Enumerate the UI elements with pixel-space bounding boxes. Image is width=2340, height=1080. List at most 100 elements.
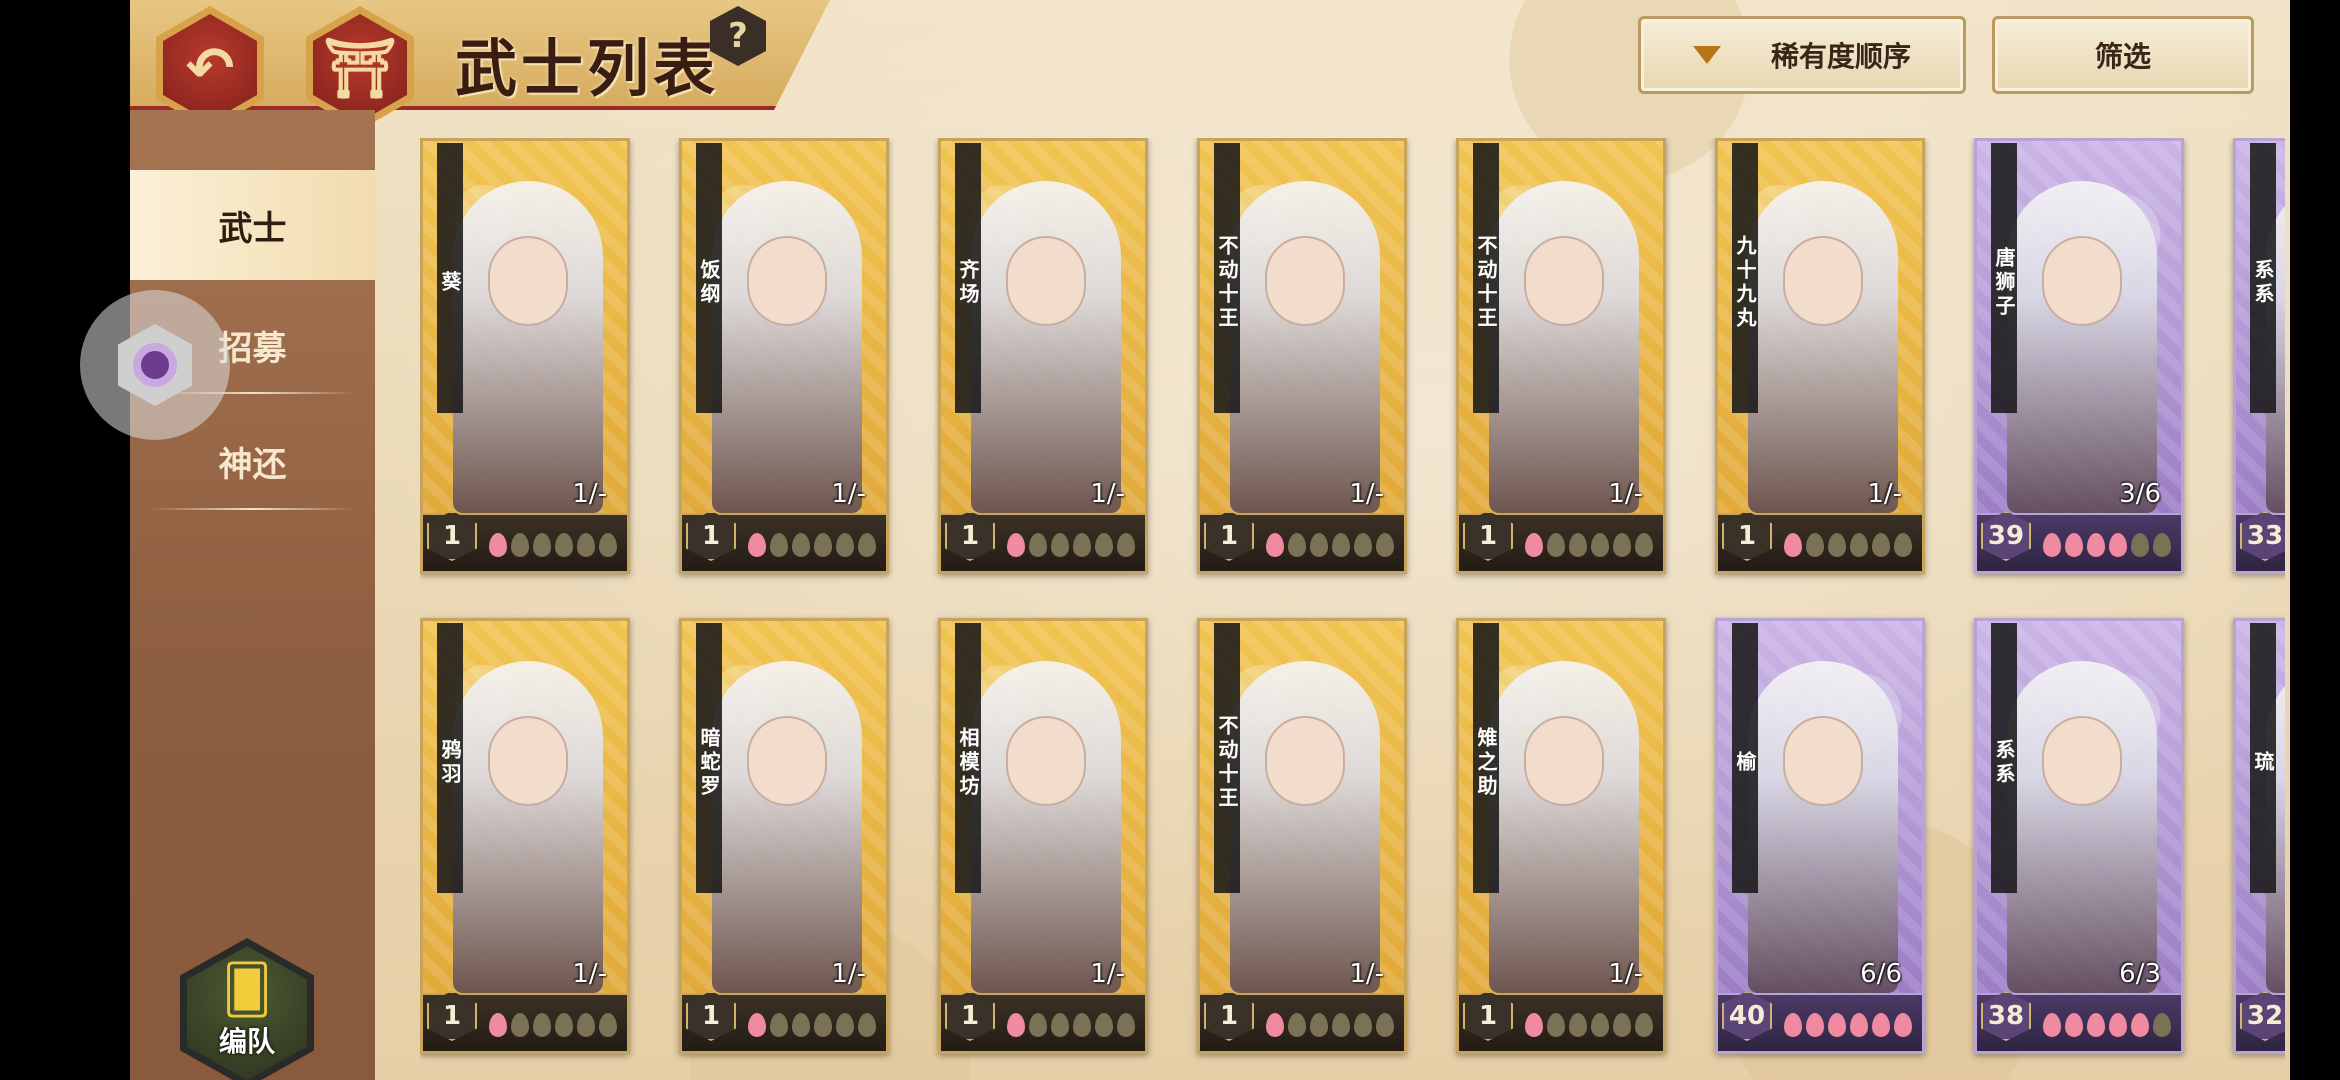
character-count: 1/-	[1090, 959, 1125, 989]
petal-icon	[2065, 1013, 2083, 1037]
character-count: 1/-	[572, 479, 607, 509]
filter-label: 筛选	[2094, 40, 2151, 73]
petal-icon	[533, 533, 551, 557]
petal-icon	[489, 533, 507, 557]
character-name: 雉之助	[1473, 623, 1499, 893]
petal-icon	[2043, 1013, 2061, 1037]
character-card[interactable]: 九十九丸 1/- 1	[1715, 138, 1925, 574]
petal-icon	[2109, 533, 2127, 557]
character-card[interactable]: 饭纲 1/- 1	[679, 138, 889, 574]
character-count: 1/-	[1608, 959, 1643, 989]
petal-icon	[1784, 1013, 1802, 1037]
petal-icon	[858, 1013, 876, 1037]
character-face	[1783, 716, 1863, 806]
character-name: 齐场	[955, 143, 981, 413]
character-name: 不动十王	[1473, 143, 1499, 413]
star-petal-rating	[2043, 533, 2171, 557]
character-card[interactable]: 不动十王 1/- 1	[1456, 138, 1666, 574]
petal-icon	[1376, 1013, 1394, 1037]
petal-icon	[599, 533, 617, 557]
petal-icon	[2087, 533, 2105, 557]
petal-icon	[1569, 1013, 1587, 1037]
petal-icon	[577, 1013, 595, 1037]
petal-icon	[770, 533, 788, 557]
character-count: 1/-	[831, 959, 866, 989]
help-icon: ?	[728, 16, 748, 56]
character-count: 1/-	[572, 959, 607, 989]
petal-icon	[1635, 1013, 1653, 1037]
petal-icon	[748, 1013, 766, 1037]
petal-icon	[1547, 533, 1565, 557]
character-figure	[1748, 661, 1898, 993]
petal-icon	[1332, 1013, 1350, 1037]
character-name: 唐狮子	[1991, 143, 2017, 413]
petal-icon	[1613, 1013, 1631, 1037]
character-count: 1/-	[1349, 959, 1384, 989]
star-petal-rating	[1784, 533, 1912, 557]
star-petal-rating	[1525, 1013, 1653, 1037]
character-card[interactable]: 暗蛇罗 1/- 1	[679, 618, 889, 1054]
character-count: 1/-	[831, 479, 866, 509]
character-count: 1/-	[1090, 479, 1125, 509]
character-card[interactable]: 系系 33	[2233, 138, 2285, 574]
petal-icon	[748, 533, 766, 557]
character-face	[488, 236, 568, 326]
character-figure	[971, 661, 1121, 993]
star-petal-rating	[748, 1013, 876, 1037]
petal-icon	[1784, 533, 1802, 557]
petal-icon	[1828, 1013, 1846, 1037]
petal-icon	[1029, 533, 1047, 557]
petal-icon	[2109, 1013, 2127, 1037]
character-card[interactable]: 葵 1/- 1	[420, 138, 630, 574]
petal-icon	[1051, 533, 1069, 557]
character-figure	[453, 181, 603, 513]
character-card[interactable]: 唐狮子 3/6 39	[1974, 138, 2184, 574]
filter-button[interactable]: 筛选	[1992, 16, 2254, 94]
petal-icon	[1850, 1013, 1868, 1037]
character-face	[747, 236, 827, 326]
petal-icon	[1872, 1013, 1890, 1037]
character-name: 相模坊	[955, 623, 981, 893]
sort-button[interactable]: 稀有度顺序	[1638, 16, 1966, 94]
petal-icon	[1095, 1013, 1113, 1037]
petal-icon	[1073, 1013, 1091, 1037]
character-card[interactable]: 不动十王 1/- 1	[1197, 138, 1407, 574]
character-face	[1265, 716, 1345, 806]
character-card[interactable]: 鸦羽 1/- 1	[420, 618, 630, 1054]
star-petal-rating	[1007, 533, 1135, 557]
sidebar-item-samurai[interactable]: 武士	[130, 170, 375, 280]
petal-icon	[858, 533, 876, 557]
floating-assistant-button[interactable]	[80, 290, 230, 440]
character-figure	[2007, 181, 2157, 513]
character-card[interactable]: 不动十王 1/- 1	[1197, 618, 1407, 1054]
petal-icon	[1828, 533, 1846, 557]
star-petal-rating	[1784, 1013, 1912, 1037]
character-name: 系系	[2250, 143, 2276, 413]
petal-icon	[1894, 533, 1912, 557]
petal-icon	[1117, 533, 1135, 557]
character-card[interactable]: 雉之助 1/- 1	[1456, 618, 1666, 1054]
character-card[interactable]: 琉 32	[2233, 618, 2285, 1054]
character-face	[1783, 236, 1863, 326]
character-face	[1265, 236, 1345, 326]
petal-icon	[1547, 1013, 1565, 1037]
team-label: 编队	[218, 1025, 275, 1058]
star-petal-rating	[489, 533, 617, 557]
character-card[interactable]: 榆 6/6 40	[1715, 618, 1925, 1054]
character-card[interactable]: 齐场 1/- 1	[938, 138, 1148, 574]
petal-icon	[2153, 1013, 2171, 1037]
petal-icon	[2043, 533, 2061, 557]
team-formation-button[interactable]: 🂠 编队	[180, 938, 314, 1080]
petal-icon	[1376, 533, 1394, 557]
character-card[interactable]: 系系 6/3 38	[1974, 618, 2184, 1054]
character-face	[2042, 236, 2122, 326]
sidebar-item-label: 神还	[218, 444, 287, 485]
petal-icon	[555, 1013, 573, 1037]
petal-icon	[1354, 533, 1372, 557]
character-card[interactable]: 相模坊 1/- 1	[938, 618, 1148, 1054]
character-figure	[1230, 181, 1380, 513]
petal-icon	[1029, 1013, 1047, 1037]
character-name: 不动十王	[1214, 143, 1240, 413]
character-face	[1524, 716, 1604, 806]
petal-icon	[1266, 1013, 1284, 1037]
